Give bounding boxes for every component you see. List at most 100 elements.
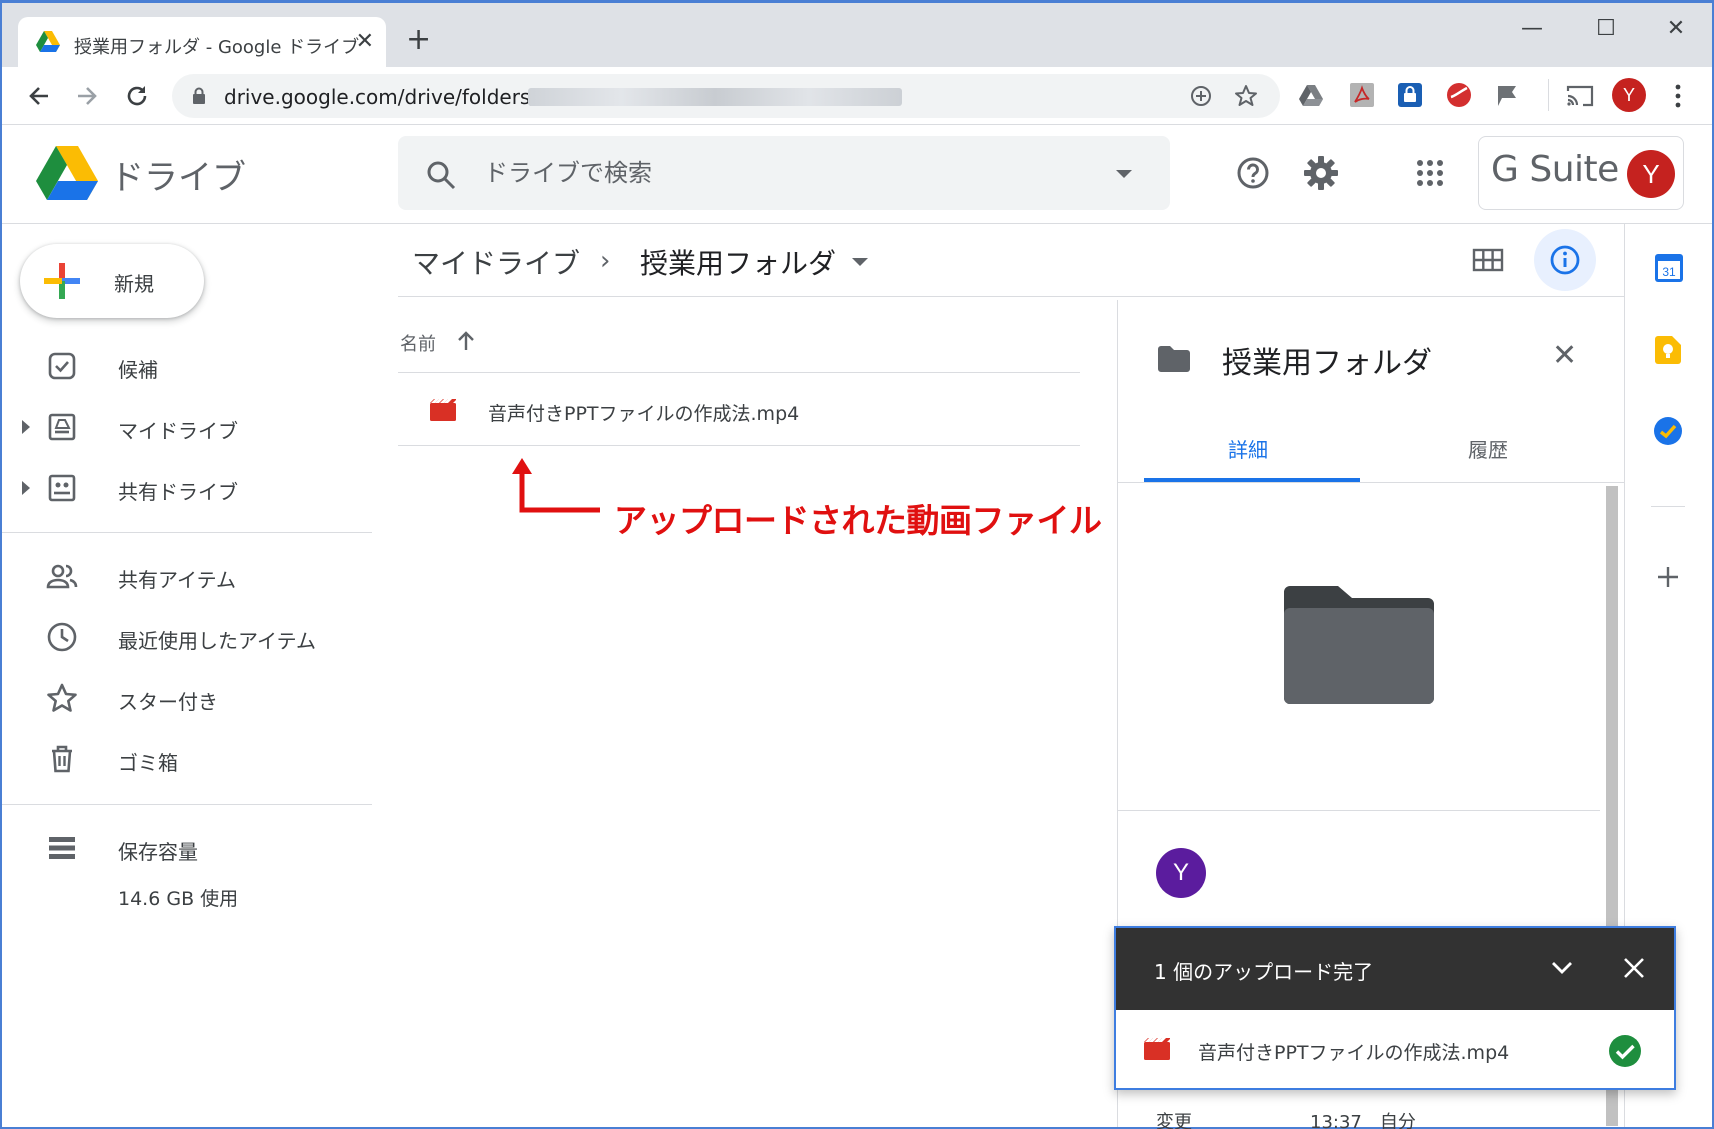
keep-icon[interactable] — [1655, 336, 1681, 364]
search-icon[interactable] — [426, 160, 456, 190]
toast-close-icon[interactable] — [1622, 956, 1646, 980]
password-extension-icon[interactable] — [1398, 83, 1422, 107]
gsuite-logo: G Suite — [1491, 149, 1619, 190]
sidebar-item-trash[interactable]: ゴミ箱 — [0, 731, 372, 787]
video-file-icon — [430, 399, 456, 421]
search-options-icon[interactable] — [1116, 170, 1132, 178]
trash-icon — [52, 745, 72, 773]
collapse-chevron-icon[interactable] — [1550, 958, 1574, 978]
reload-icon[interactable] — [124, 83, 150, 109]
help-icon[interactable] — [1236, 156, 1270, 190]
calendar-icon[interactable]: 31 — [1655, 254, 1683, 282]
window-close-button[interactable]: ✕ — [1654, 11, 1698, 47]
tab-title: 授業用フォルダ - Google ドライブ — [74, 37, 360, 58]
owner-avatar[interactable]: Y — [1156, 848, 1206, 898]
new-button[interactable]: 新規 — [20, 244, 204, 318]
cast-icon[interactable] — [1566, 84, 1594, 108]
flag-extension-icon[interactable] — [1496, 84, 1520, 106]
sidebar-divider — [2, 532, 372, 533]
drive-logo-icon[interactable] — [36, 146, 98, 200]
sidebar-divider — [2, 804, 372, 805]
sidebar-item-label: マイドライブ — [118, 419, 238, 443]
tasks-icon[interactable] — [1653, 416, 1683, 446]
maximize-button[interactable]: ☐ — [1584, 11, 1628, 47]
sidebar-item-starred[interactable]: スター付き — [0, 670, 372, 726]
sidebar-item-label: 最近使用したアイテム — [118, 629, 316, 653]
browser-toolbar: drive.google.com/drive/folders/ Y — [2, 67, 1712, 125]
sidebar-item-priority[interactable]: 候補 — [0, 338, 372, 394]
settings-gear-icon[interactable] — [1302, 154, 1340, 192]
folder-menu-dropdown-icon[interactable] — [852, 258, 868, 266]
toolbar-separator — [1548, 79, 1549, 111]
priority-icon — [48, 352, 76, 380]
file-name: 音声付きPPTファイルの作成法.mp4 — [488, 403, 800, 425]
modified-label: 変更 — [1156, 1112, 1192, 1129]
new-tab-button[interactable]: + — [406, 25, 431, 55]
sidebar-item-shared-with-me[interactable]: 共有アイテム — [0, 548, 372, 604]
sort-ascending-icon[interactable] — [456, 330, 476, 352]
tab-details[interactable]: 詳細 — [1228, 434, 1268, 463]
sidebar-item-shared-drives[interactable]: 共有ドライブ — [0, 460, 372, 516]
tab-activity[interactable]: 履歴 — [1468, 434, 1508, 463]
details-close-icon[interactable]: ✕ — [1552, 338, 1577, 374]
sidebar-item-label: 共有ドライブ — [118, 480, 238, 504]
bookmark-star-icon[interactable] — [1234, 84, 1258, 108]
file-row[interactable]: 音声付きPPTファイルの作成法.mp4 — [398, 372, 1080, 446]
my-drive-icon — [48, 413, 76, 441]
install-app-icon[interactable] — [1190, 85, 1212, 107]
breadcrumb-separator-icon: › — [600, 246, 611, 276]
profile-avatar[interactable]: Y — [1612, 78, 1646, 112]
browser-menu-icon[interactable] — [1674, 83, 1682, 109]
browser-tab[interactable]: 授業用フォルダ - Google ドライブ ✕ — [18, 17, 386, 69]
drive-extension-icon[interactable] — [1298, 85, 1324, 107]
sidebar-item-storage[interactable]: 保存容量 — [0, 820, 372, 876]
annotation-text: アップロードされた動画ファイル — [614, 501, 1102, 540]
acrobat-extension-icon[interactable] — [1350, 83, 1374, 107]
breadcrumb-my-drive[interactable]: マイドライブ — [412, 242, 580, 282]
security-extension-icon[interactable] — [1446, 82, 1472, 108]
sidebar-item-label: 候補 — [118, 358, 158, 382]
breadcrumb-current-folder[interactable]: 授業用フォルダ — [640, 242, 836, 282]
info-icon — [1550, 245, 1580, 275]
upload-complete-check-icon — [1609, 1035, 1641, 1067]
storage-label: 保存容量 — [118, 840, 198, 864]
folder-preview-icon — [1284, 586, 1434, 704]
sidebar-item-recent[interactable]: 最近使用したアイテム — [0, 609, 372, 665]
search-bar[interactable] — [398, 136, 1170, 210]
details-divider — [1118, 810, 1600, 811]
gsuite-account-box[interactable]: G Suite Y — [1478, 136, 1684, 210]
search-input[interactable] — [484, 158, 1044, 188]
storage-icon — [49, 837, 75, 859]
uploaded-file-name[interactable]: 音声付きPPTファイルの作成法.mp4 — [1198, 1038, 1509, 1065]
grid-view-icon[interactable] — [1472, 248, 1504, 272]
expand-caret-icon[interactable] — [22, 481, 30, 495]
video-file-icon — [1144, 1038, 1170, 1060]
shared-drives-icon — [48, 474, 76, 502]
forward-icon[interactable] — [74, 83, 100, 109]
upload-status-title: 1 個のアップロード完了 — [1154, 960, 1374, 984]
expand-caret-icon[interactable] — [22, 420, 30, 434]
address-bar[interactable]: drive.google.com/drive/folders/ — [172, 74, 1280, 118]
modified-value: 13:37 自分 — [1310, 1112, 1416, 1129]
side-panel-divider — [1651, 506, 1685, 507]
drive-title[interactable]: ドライブ — [110, 150, 246, 199]
drive-header: ドライブ G Suite Y — [2, 126, 1712, 224]
details-toggle-button[interactable] — [1534, 229, 1596, 291]
content-divider — [398, 296, 1624, 297]
apps-grid-icon[interactable] — [1416, 159, 1444, 187]
toast-header: 1 個のアップロード完了 — [1116, 928, 1674, 1010]
drive-favicon-icon — [36, 31, 60, 52]
tab-strip: 授業用フォルダ - Google ドライブ ✕ + — ☐ ✕ — [2, 3, 1712, 69]
account-avatar[interactable]: Y — [1627, 150, 1675, 198]
column-header-name[interactable]: 名前 — [400, 330, 436, 356]
lock-icon — [193, 87, 205, 104]
annotation-arrow-icon — [512, 458, 600, 513]
sidebar-item-label: 共有アイテム — [118, 568, 236, 592]
sidebar-item-my-drive[interactable]: マイドライブ — [0, 399, 372, 455]
add-addon-icon[interactable] — [1657, 566, 1679, 588]
minimize-button[interactable]: — — [1510, 11, 1554, 47]
tab-close-icon[interactable]: ✕ — [356, 29, 374, 55]
back-icon[interactable] — [26, 83, 52, 109]
upload-status-toast: 1 個のアップロード完了 音声付きPPTファイルの作成法.mp4 — [1114, 926, 1676, 1090]
storage-usage: 14.6 GB 使用 — [118, 888, 239, 910]
